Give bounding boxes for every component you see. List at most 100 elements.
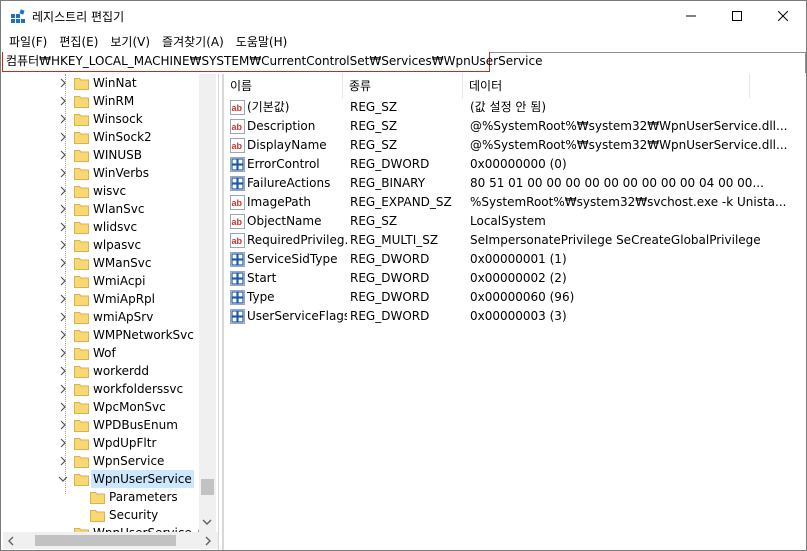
tree-item[interactable]: Winsock <box>3 110 203 128</box>
menu-edit[interactable]: 편집(E) <box>53 31 104 51</box>
table-row[interactable]: FailureActions REG_BINARY 80 51 01 00 00 0… <box>224 174 806 193</box>
chevron-right-icon[interactable] <box>58 146 68 164</box>
chevron-right-icon[interactable] <box>58 344 68 362</box>
tree-item-label[interactable]: WinRM <box>91 92 136 110</box>
tree-item-label[interactable]: WmiApRpl <box>91 290 157 308</box>
tree-item[interactable]: workerdd <box>3 362 203 380</box>
table-row[interactable]: ab Description REG_SZ @%SystemRoot%₩system3… <box>224 117 806 136</box>
table-row[interactable]: ab ObjectName REG_SZ LocalSystem <box>224 212 806 231</box>
tree-vertical-scroll-thumb[interactable] <box>201 479 214 495</box>
maximize-button[interactable] <box>714 1 760 31</box>
tree-item[interactable]: WinVerbs <box>3 164 203 182</box>
tree-item-label[interactable]: Security <box>107 506 160 524</box>
value-list[interactable]: 이름 종류 데이터 ab (기본값) REG_SZ (값 설정 안 됨) ab Descr… <box>223 74 806 550</box>
menu-help[interactable]: 도움말(H) <box>230 31 294 51</box>
column-header-data[interactable]: 데이터 <box>463 74 750 98</box>
tree-item-label[interactable]: Parameters <box>107 488 180 506</box>
chevron-right-icon[interactable] <box>58 200 68 218</box>
chevron-right-icon[interactable] <box>58 182 68 200</box>
tree-item-label[interactable]: workfolderssvc <box>91 380 185 398</box>
minimize-button[interactable] <box>668 1 714 31</box>
menu-file[interactable]: 파일(F) <box>3 31 53 51</box>
tree-item-label[interactable]: WpcMonSvc <box>91 398 168 416</box>
chevron-right-icon[interactable] <box>58 272 68 290</box>
tree-item[interactable]: WManSvc <box>3 254 203 272</box>
chevron-right-icon[interactable] <box>58 92 68 110</box>
address-bar[interactable]: 컴퓨터₩HKEY_LOCAL_MACHINE₩SYSTEM₩CurrentCon… <box>2 52 806 73</box>
tree-item-label[interactable]: wlpasvc <box>91 236 143 254</box>
tree-item-label[interactable]: WpdUpFltr <box>91 434 158 452</box>
chevron-right-icon[interactable] <box>58 164 68 182</box>
tree-item[interactable]: wmiApSrv <box>3 308 203 326</box>
tree-item[interactable]: WmiAcpi <box>3 272 203 290</box>
chevron-right-icon[interactable] <box>58 434 68 452</box>
key-tree[interactable]: WinNat WinRM Winsock WinSock2 WINUSB WinVerbs… <box>3 74 218 550</box>
tree-item-label[interactable]: wmiApSrv <box>91 308 155 326</box>
table-row[interactable]: ab ImagePath REG_EXPAND_SZ %SystemRoot%₩sys… <box>224 193 806 212</box>
column-header-name[interactable]: 이름 <box>224 74 343 98</box>
tree-item[interactable]: WMPNetworkSvc <box>3 326 203 344</box>
tree-item-label[interactable]: wlidsvc <box>91 218 139 236</box>
tree-item[interactable]: workfolderssvc <box>3 380 203 398</box>
table-row[interactable]: Type REG_DWORD 0x00000060 (96) <box>224 288 806 307</box>
table-row[interactable]: ab DisplayName REG_SZ @%SystemRoot%₩system3… <box>224 136 806 155</box>
chevron-right-icon[interactable] <box>58 362 68 380</box>
tree-item-label[interactable]: WinSock2 <box>91 128 154 146</box>
tree-item[interactable]: Security <box>3 506 203 524</box>
table-row[interactable]: Start REG_DWORD 0x00000002 (2) <box>224 269 806 288</box>
tree-item-label[interactable]: WlanSvc <box>91 200 146 218</box>
scroll-down-icon[interactable] <box>202 518 212 526</box>
tree-item[interactable]: WmiApRpl <box>3 290 203 308</box>
tree-item[interactable]: WpdUpFltr <box>3 434 203 452</box>
table-row[interactable]: UserServiceFlags REG_DWORD 0x00000003 (3) <box>224 307 806 326</box>
tree-horizontal-scroll-thumb[interactable] <box>35 535 176 546</box>
tree-item[interactable]: WinNat <box>3 74 203 92</box>
tree-item[interactable]: WPDBusEnum <box>3 416 203 434</box>
table-row[interactable]: ab (기본값) REG_SZ (값 설정 안 됨) <box>224 98 806 117</box>
tree-item-label[interactable]: Wof <box>91 344 118 362</box>
chevron-right-icon[interactable] <box>58 416 68 434</box>
chevron-right-icon[interactable] <box>58 452 68 470</box>
tree-item-label[interactable]: WinNat <box>91 74 139 92</box>
tree-item[interactable]: WINUSB <box>3 146 203 164</box>
tree-item[interactable]: WpnService <box>3 452 203 470</box>
tree-item[interactable]: Wof <box>3 344 203 362</box>
tree-item-label[interactable]: wisvc <box>91 182 128 200</box>
tree-item[interactable]: wlpasvc <box>3 236 203 254</box>
chevron-right-icon[interactable] <box>58 308 68 326</box>
tree-item[interactable]: WinSock2 <box>3 128 203 146</box>
chevron-right-icon[interactable] <box>58 254 68 272</box>
tree-item-label[interactable]: WINUSB <box>91 146 144 164</box>
tree-item[interactable]: WlanSvc <box>3 200 203 218</box>
tree-item[interactable]: WinRM <box>3 92 203 110</box>
chevron-right-icon[interactable] <box>58 110 68 128</box>
chevron-right-icon[interactable] <box>58 74 68 92</box>
tree-item[interactable]: wlidsvc <box>3 218 203 236</box>
tree-item-label[interactable]: WmiAcpi <box>91 272 147 290</box>
address-path[interactable]: 컴퓨터₩HKEY_LOCAL_MACHINE₩SYSTEM₩CurrentCon… <box>6 52 542 71</box>
column-header-type[interactable]: 종류 <box>343 74 463 98</box>
tree-item-label[interactable]: WpnService <box>91 452 166 470</box>
table-row[interactable]: ServiceSidType REG_DWORD 0x00000001 (1) <box>224 250 806 269</box>
tree-item[interactable]: Parameters <box>3 488 203 506</box>
tree-vertical-scrollbar[interactable] <box>199 74 216 532</box>
title-bar[interactable]: 레지스트리 편집기 <box>1 1 806 31</box>
scroll-left-icon[interactable] <box>7 536 15 546</box>
chevron-right-icon[interactable] <box>58 218 68 236</box>
tree-item-label[interactable]: WinVerbs <box>91 164 151 182</box>
tree-item[interactable]: WpcMonSvc <box>3 398 203 416</box>
table-row[interactable]: ab RequiredPrivileg... REG_MULTI_SZ SeImper… <box>224 231 806 250</box>
chevron-right-icon[interactable] <box>58 380 68 398</box>
chevron-down-icon[interactable] <box>58 470 68 488</box>
chevron-right-icon[interactable] <box>58 398 68 416</box>
tree-item-label[interactable]: WPDBusEnum <box>91 416 180 434</box>
tree-item-label[interactable]: workerdd <box>91 362 151 380</box>
table-row[interactable]: ErrorControl REG_DWORD 0x00000000 (0) <box>224 155 806 174</box>
tree-item[interactable]: wisvc <box>3 182 203 200</box>
tree-item-label-selected[interactable]: WpnUserService <box>91 470 194 488</box>
tree-item-label[interactable]: WManSvc <box>91 254 154 272</box>
menu-favorites[interactable]: 즐겨찾기(A) <box>156 31 230 51</box>
chevron-right-icon[interactable] <box>58 290 68 308</box>
chevron-right-icon[interactable] <box>58 326 68 344</box>
tree-item[interactable]: WpnUserService <box>3 470 203 488</box>
